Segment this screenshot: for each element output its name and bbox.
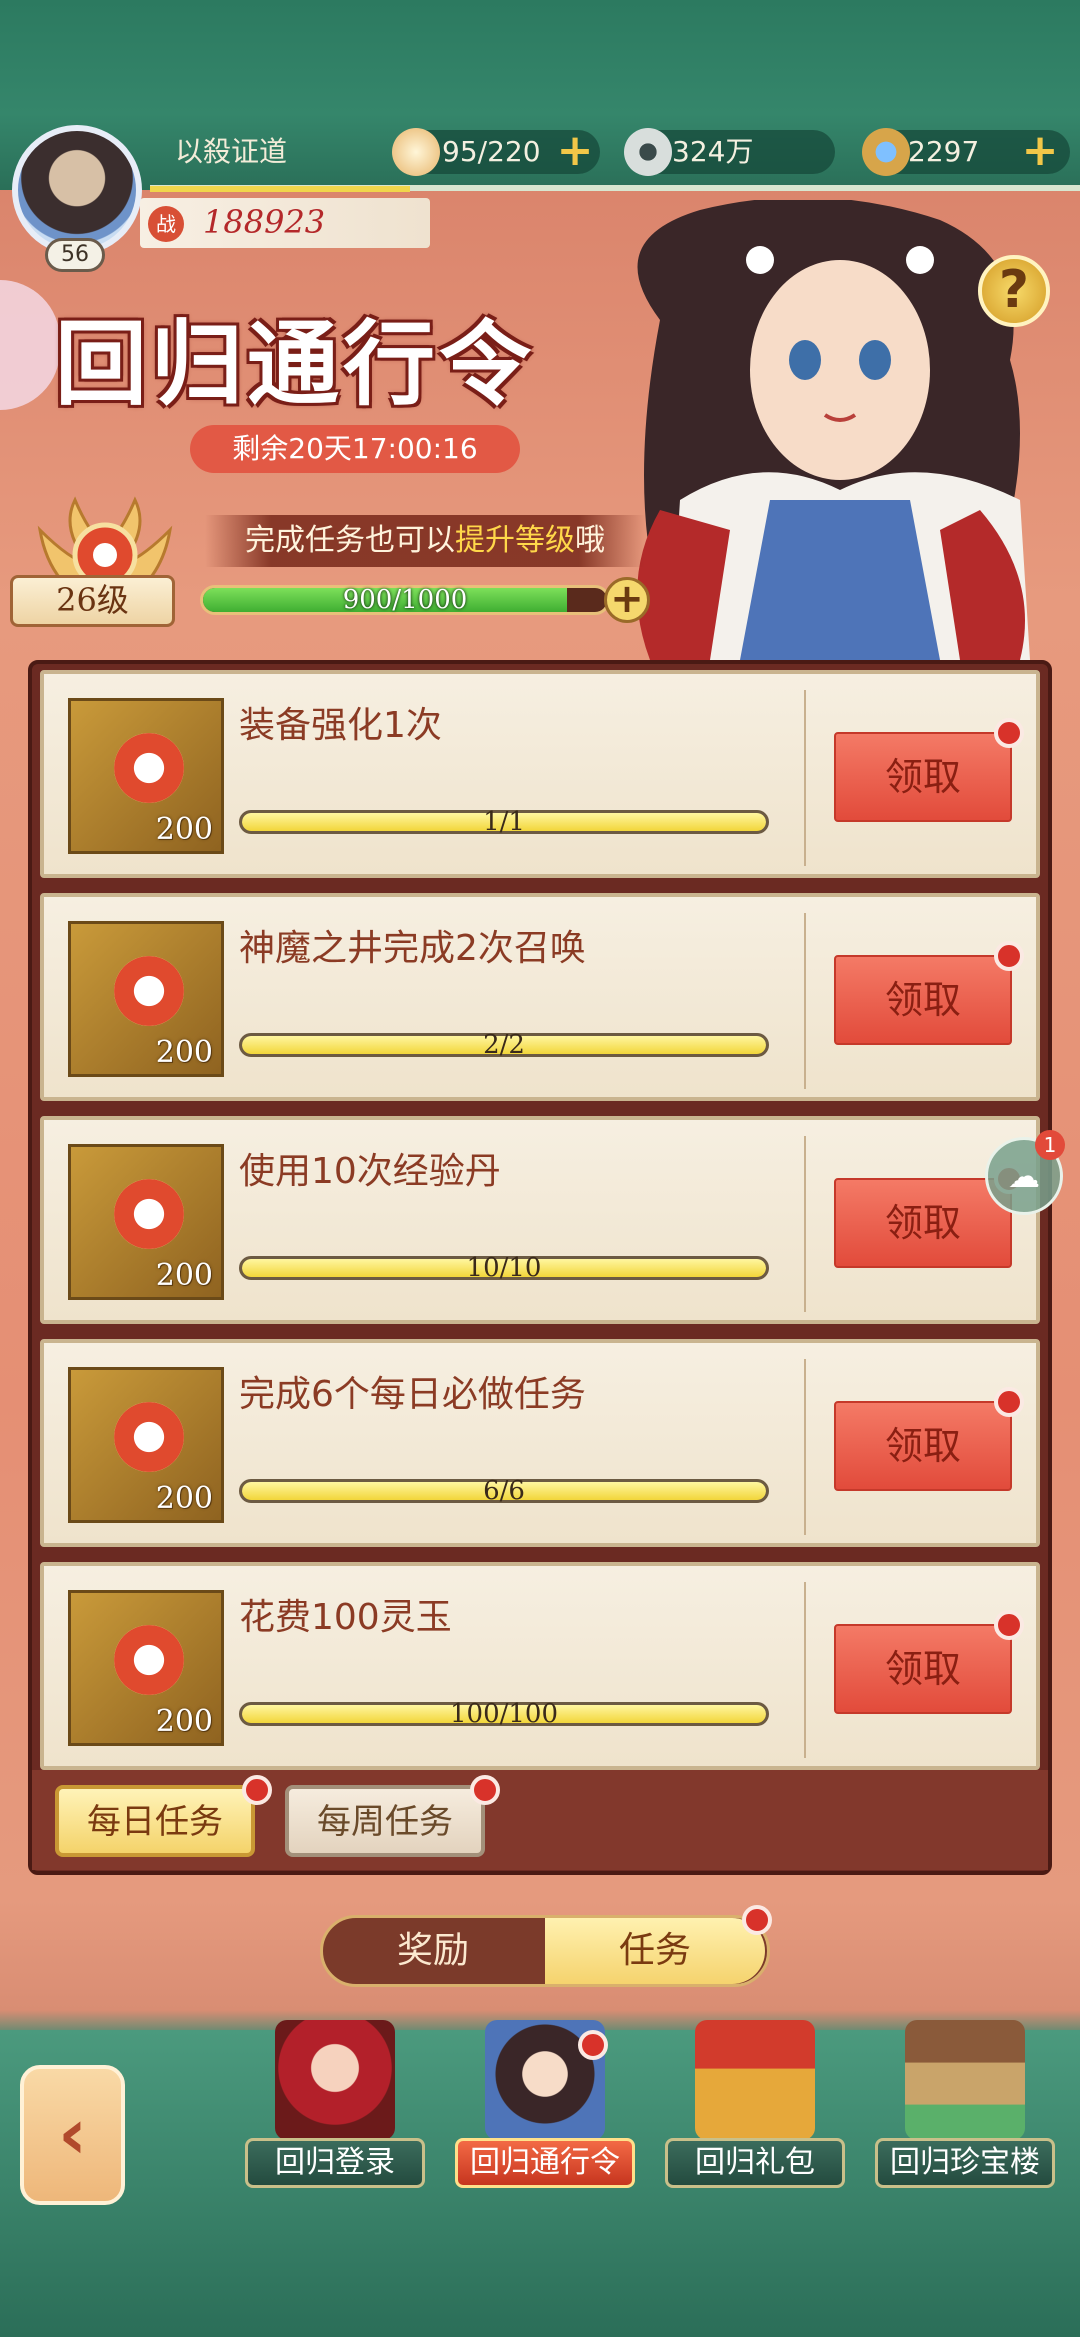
task-title: 神魔之井完成2次召唤 bbox=[239, 928, 586, 969]
bun-icon bbox=[392, 128, 440, 176]
treasure-pavilion-icon bbox=[905, 2020, 1025, 2140]
back-button[interactable]: ‹ bbox=[20, 2065, 125, 2205]
task-card: 200 使用10次经验丹 10/10 领取 bbox=[40, 1116, 1040, 1324]
nav-return-treasure-label: 回归珍宝楼 bbox=[875, 2138, 1055, 2188]
task-card: 200 花费100灵玉 100/100 领取 bbox=[40, 1562, 1040, 1770]
pass-level-badge: 26级 bbox=[10, 575, 175, 627]
task-title: 使用10次经验丹 bbox=[239, 1151, 501, 1192]
emblem-core bbox=[114, 956, 184, 1026]
task-divider bbox=[804, 913, 806, 1089]
tip-text-suffix: 哦 bbox=[575, 523, 605, 558]
help-button[interactable]: ? bbox=[978, 255, 1050, 327]
switch-rewards[interactable]: 奖励 bbox=[323, 1918, 543, 1984]
task-title: 花费100灵玉 bbox=[239, 1597, 452, 1638]
emblem-core bbox=[114, 1402, 184, 1472]
weekly-tab-red-dot bbox=[470, 1775, 500, 1805]
side-tab[interactable] bbox=[0, 280, 60, 410]
chat-count-badge: 1 bbox=[1035, 1130, 1065, 1160]
claim-button[interactable]: 领取 bbox=[834, 1401, 1012, 1491]
task-progress-text: 2/2 bbox=[483, 1030, 525, 1060]
pass-progress-text: 900/1000 bbox=[342, 585, 468, 615]
player-exp-bar bbox=[150, 186, 410, 192]
switch-tasks-red-dot bbox=[742, 1905, 772, 1935]
emblem-core bbox=[114, 733, 184, 803]
tab-weekly-tasks[interactable]: 每周任务 bbox=[285, 1785, 485, 1857]
coin-value: 324万 bbox=[672, 135, 754, 168]
task-progress-text: 100/100 bbox=[449, 1699, 558, 1729]
task-progress-text: 1/1 bbox=[483, 807, 525, 837]
return-login-art bbox=[275, 2020, 395, 2140]
nav-return-gift-label: 回归礼包 bbox=[665, 2138, 845, 2188]
task-progress-text: 10/10 bbox=[466, 1253, 542, 1283]
tip-text-highlight: 提升等级 bbox=[455, 523, 575, 558]
jade-icon bbox=[862, 128, 910, 176]
emblem-core bbox=[114, 1625, 184, 1695]
gift-chest-icon bbox=[695, 2020, 815, 2140]
task-reward-amount: 200 bbox=[155, 812, 213, 847]
event-timer: 剩余20天17:00:16 bbox=[190, 425, 520, 473]
claim-red-dot bbox=[994, 941, 1024, 971]
nav-return-pass-red-dot bbox=[578, 2030, 608, 2060]
task-reward-amount: 200 bbox=[155, 1704, 213, 1739]
task-title: 装备强化1次 bbox=[239, 705, 442, 746]
pass-emblem-icon: 200 bbox=[68, 698, 224, 854]
claim-button[interactable]: 领取 bbox=[834, 732, 1012, 822]
claim-red-dot bbox=[994, 1610, 1024, 1640]
claim-button[interactable]: 领取 bbox=[834, 955, 1012, 1045]
claim-button[interactable]: 领取 bbox=[834, 1178, 1012, 1268]
nav-return-pass[interactable]: 回归通行令 bbox=[455, 2020, 635, 2190]
pass-emblem-icon: 200 bbox=[68, 1590, 224, 1746]
daily-tab-red-dot bbox=[242, 1775, 272, 1805]
stamina-value: 95/220 bbox=[442, 135, 541, 168]
switch-tasks[interactable]: 任务 bbox=[545, 1918, 765, 1984]
coin-icon bbox=[624, 128, 672, 176]
task-card: 200 完成6个每日必做任务 6/6 领取 bbox=[40, 1339, 1040, 1547]
pass-level-plus-button[interactable]: + bbox=[604, 577, 650, 623]
pass-emblem-icon: 200 bbox=[68, 921, 224, 1077]
jade-value: 2297 bbox=[908, 135, 980, 168]
claim-button[interactable]: 领取 bbox=[834, 1624, 1012, 1714]
stamina-plus-button[interactable]: + bbox=[555, 129, 595, 173]
task-card: 200 装备强化1次 1/1 领取 bbox=[40, 670, 1040, 878]
emblem-core bbox=[114, 1179, 184, 1249]
power-icon: 战 bbox=[148, 206, 184, 242]
claim-red-dot bbox=[994, 718, 1024, 748]
player-level: 56 bbox=[45, 238, 105, 272]
power-value: 188923 bbox=[203, 203, 326, 241]
page: 56 以殺证道 战 188923 95/220 + 324万 2297 + 回归… bbox=[0, 0, 1080, 2337]
banner-title: 回归通行令 bbox=[55, 310, 536, 418]
player-avatar[interactable] bbox=[12, 125, 142, 255]
nav-return-gift[interactable]: 回归礼包 bbox=[665, 2020, 845, 2190]
player-name: 以殺证道 bbox=[175, 135, 288, 168]
task-title: 完成6个每日必做任务 bbox=[239, 1374, 586, 1415]
pass-emblem-icon: 200 bbox=[68, 1367, 224, 1523]
claim-red-dot bbox=[994, 1387, 1024, 1417]
task-reward-amount: 200 bbox=[155, 1258, 213, 1293]
task-progress-text: 6/6 bbox=[483, 1476, 525, 1506]
pass-emblem-icon: 200 bbox=[68, 1144, 224, 1300]
task-card: 200 神魔之井完成2次召唤 2/2 领取 bbox=[40, 893, 1040, 1101]
task-divider bbox=[804, 1359, 806, 1535]
jade-plus-button[interactable]: + bbox=[1020, 129, 1060, 173]
tab-daily-tasks[interactable]: 每日任务 bbox=[55, 1785, 255, 1857]
task-divider bbox=[804, 690, 806, 866]
nav-return-pass-label: 回归通行令 bbox=[455, 2138, 635, 2188]
nav-return-login[interactable]: 回归登录 bbox=[245, 2020, 425, 2190]
tip-text-prefix: 完成任务也可以 bbox=[245, 523, 455, 558]
tip-banner: 完成任务也可以提升等级哦 bbox=[205, 515, 645, 567]
nav-return-treasure[interactable]: 回归珍宝楼 bbox=[875, 2020, 1055, 2190]
task-divider bbox=[804, 1136, 806, 1312]
nav-return-login-label: 回归登录 bbox=[245, 2138, 425, 2188]
task-reward-amount: 200 bbox=[155, 1481, 213, 1516]
task-divider bbox=[804, 1582, 806, 1758]
task-reward-amount: 200 bbox=[155, 1035, 213, 1070]
